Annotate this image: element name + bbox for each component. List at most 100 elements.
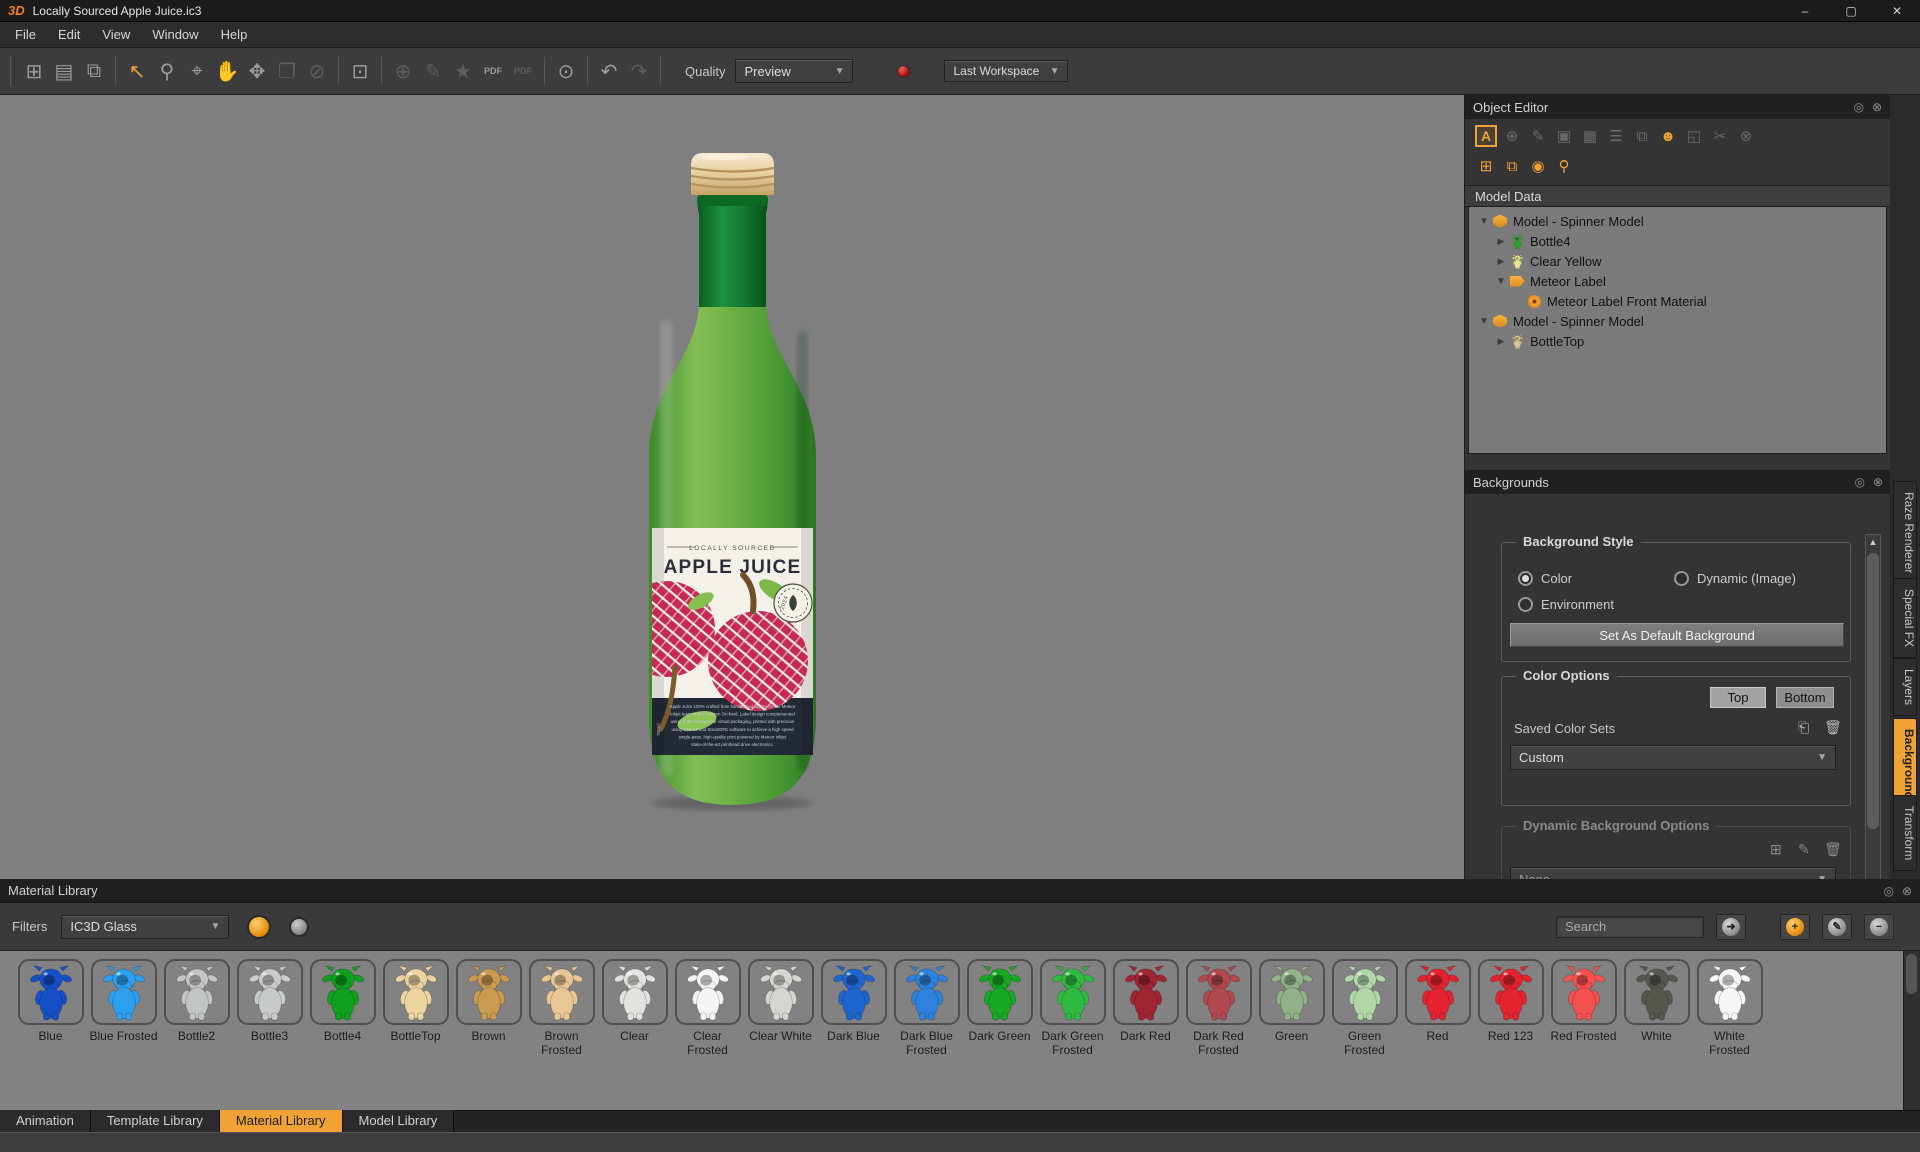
tab-template-library[interactable]: Template Library [91, 1110, 220, 1132]
scrollbar-thumb[interactable] [1906, 954, 1917, 994]
minimize-button[interactable]: – [1782, 0, 1828, 21]
material-item-green[interactable]: Green [1255, 959, 1328, 1044]
tree-item-model-spinner-model[interactable]: ▼Model - Spinner Model [1469, 211, 1886, 231]
material-item-bottle3[interactable]: Bottle3 [233, 959, 306, 1044]
search-input[interactable] [1556, 916, 1704, 938]
material-thumbnail[interactable] [91, 959, 157, 1025]
snapshot-button[interactable]: ⊙ [551, 55, 581, 87]
material-thumbnail[interactable] [1551, 959, 1617, 1025]
undo-button[interactable]: ↶ [594, 55, 624, 87]
tree-item-bottletop[interactable]: ▶BottleTop [1469, 331, 1886, 351]
open-file-button[interactable]: ▤ [49, 55, 79, 87]
duplicate-stack-button[interactable]: ⧉ [1501, 155, 1523, 177]
material-item-bottletop[interactable]: BottleTop [379, 959, 452, 1044]
material-item-bottle4[interactable]: Bottle4 [306, 959, 379, 1044]
transform-tool-button[interactable]: ❐ [272, 55, 302, 87]
material-thumbnail[interactable] [1332, 959, 1398, 1025]
gallery-tool-button[interactable]: ▦ [1579, 125, 1601, 147]
edit-artwork-button[interactable]: ✎ [418, 55, 448, 87]
link-tool-button[interactable]: ⧉ [1631, 125, 1653, 147]
list-tool-button[interactable]: ☰ [1605, 125, 1627, 147]
color-top-button[interactable]: Top [1710, 687, 1766, 708]
remove-material-button[interactable]: − [1864, 914, 1894, 940]
menu-help[interactable]: Help [210, 22, 259, 48]
maximize-button[interactable]: ▢ [1828, 0, 1874, 21]
radio-dynamic-image[interactable]: Dynamic (Image) [1674, 571, 1796, 586]
material-thumbnail[interactable] [1186, 959, 1252, 1025]
material-item-dark-red[interactable]: Dark Red [1109, 959, 1182, 1044]
visibility-eye-button[interactable]: ◉ [1527, 155, 1549, 177]
material-item-dark-blue[interactable]: Dark Blue [817, 959, 890, 1044]
tree-expand-arrow[interactable]: ▶ [1494, 336, 1508, 347]
move-tool-button[interactable]: ✥ [242, 55, 272, 87]
material-thumbnail[interactable] [602, 959, 668, 1025]
delete-object-button[interactable]: ⊗ [1735, 125, 1757, 147]
viewport-3d[interactable]: LOCALLY SOURCED APPLE JUICE [0, 95, 1464, 879]
quality-dropdown[interactable]: Preview ▼ [735, 59, 853, 83]
material-thumbnail[interactable] [18, 959, 84, 1025]
menu-edit[interactable]: Edit [47, 22, 91, 48]
pan-tool-button[interactable]: ✋ [212, 55, 242, 87]
radio-color[interactable]: Color [1518, 571, 1572, 586]
material-thumbnail[interactable] [1405, 959, 1471, 1025]
material-thumbnail[interactable] [1697, 959, 1763, 1025]
material-scrollbar[interactable] [1903, 951, 1920, 1110]
panel-close-icon[interactable]: ⊗ [1902, 884, 1912, 898]
fit-view-button[interactable]: ⊡ [345, 55, 375, 87]
material-thumbnail[interactable] [894, 959, 960, 1025]
color-set-dropdown[interactable]: Custom ▼ [1510, 745, 1836, 770]
tree-expand-arrow[interactable]: ▼ [1477, 216, 1491, 227]
tab-material-library[interactable]: Material Library [220, 1110, 343, 1132]
material-thumbnail[interactable] [821, 959, 887, 1025]
side-tab-layers[interactable]: Layers [1893, 658, 1917, 716]
menu-window[interactable]: Window [141, 22, 209, 48]
edit-label-button[interactable]: ✎ [1527, 125, 1549, 147]
material-item-red-123[interactable]: Red 123 [1474, 959, 1547, 1044]
tree-expand-arrow[interactable]: ▶ [1494, 256, 1508, 267]
tree-item-bottle4[interactable]: ▶Bottle4 [1469, 231, 1886, 251]
material-item-clear-white[interactable]: Clear White [744, 959, 817, 1044]
material-item-dark-green-frosted[interactable]: Dark Green Frosted [1036, 959, 1109, 1058]
duplicate-add-button[interactable]: ⊞ [1475, 155, 1497, 177]
material-item-brown-frosted[interactable]: Brown Frosted [525, 959, 598, 1058]
tree-expand-arrow[interactable]: ▶ [1494, 236, 1508, 247]
smiley-tool-button[interactable]: ☻ [1657, 125, 1679, 147]
material-item-bottle2[interactable]: Bottle2 [160, 959, 233, 1044]
render-sphere-toggle-icon[interactable] [247, 915, 271, 939]
delete-dynamic-background-icon[interactable]: 🗑 [1824, 841, 1842, 858]
material-thumbnail[interactable] [456, 959, 522, 1025]
material-thumbnail[interactable] [1259, 959, 1325, 1025]
tree-item-model-spinner-model[interactable]: ▼Model - Spinner Model [1469, 311, 1886, 331]
material-thumbnail[interactable] [529, 959, 595, 1025]
dynamic-background-dropdown[interactable]: None ▼ [1510, 867, 1836, 879]
close-button[interactable]: ✕ [1874, 0, 1920, 21]
add-object-button[interactable]: ⊕ [388, 55, 418, 87]
scrollbar-thumb[interactable] [1867, 553, 1879, 829]
material-item-white-frosted[interactable]: White Frosted [1693, 959, 1766, 1058]
filter-dropdown[interactable]: IC3D Glass ▼ [61, 915, 229, 939]
tree-expand-arrow[interactable]: ▼ [1494, 276, 1508, 287]
redo-button[interactable]: ↷ [624, 55, 654, 87]
material-item-red-frosted[interactable]: Red Frosted [1547, 959, 1620, 1044]
material-thumbnail[interactable] [1624, 959, 1690, 1025]
favorites-button[interactable]: ★ [448, 55, 478, 87]
workspace-dropdown[interactable]: Last Workspace ▼ [944, 60, 1068, 82]
material-item-clear-frosted[interactable]: Clear Frosted [671, 959, 744, 1058]
edit-material-button[interactable]: ✎ [1822, 914, 1852, 940]
image-tool-button[interactable]: ▣ [1553, 125, 1575, 147]
import-file-button[interactable]: ⧉ [79, 55, 109, 87]
toolbar-grip[interactable] [10, 56, 15, 86]
add-material-button[interactable]: + [1780, 914, 1810, 940]
search-tool-button[interactable]: ⚲ [152, 55, 182, 87]
material-thumbnail[interactable] [164, 959, 230, 1025]
material-item-blue-frosted[interactable]: Blue Frosted [87, 959, 160, 1044]
material-item-blue[interactable]: Blue [14, 959, 87, 1044]
tree-item-meteor-label[interactable]: ▼Meteor Label [1469, 271, 1886, 291]
edit-dynamic-background-icon[interactable]: ✎ [1798, 841, 1810, 858]
menu-view[interactable]: View [91, 22, 141, 48]
zoom-region-tool-button[interactable]: ⌖ [182, 55, 212, 87]
material-thumbnail[interactable] [748, 959, 814, 1025]
add-node-button[interactable]: ⚲ [1553, 155, 1575, 177]
radio-environment[interactable]: Environment [1518, 597, 1614, 612]
rotate-tool-button[interactable]: ⊘ [302, 55, 332, 87]
